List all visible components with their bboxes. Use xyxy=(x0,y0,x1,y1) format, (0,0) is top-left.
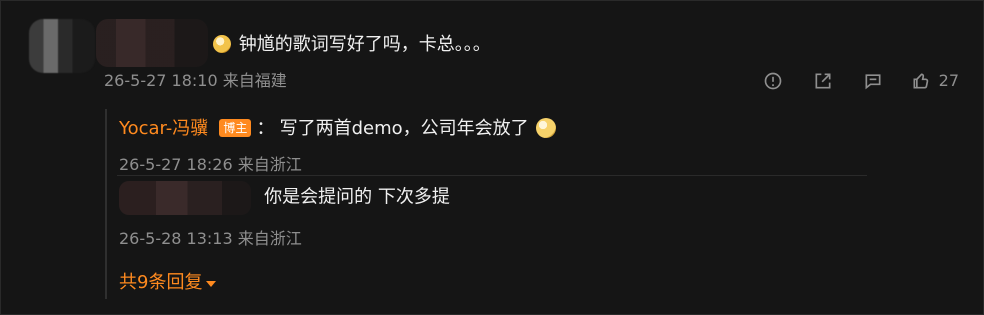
comment-actions: 27 xyxy=(761,69,959,93)
reply-1-text: 写了两首demo，公司年会放了 xyxy=(279,118,529,139)
replies-thread: Yocar-冯骥 博主 ： 写了两首demo，公司年会放了 26-5-27 18… xyxy=(105,109,867,299)
smile-emoji-icon xyxy=(535,118,556,138)
reply-divider xyxy=(117,175,867,176)
thumbs-up-icon xyxy=(911,71,931,91)
reply-2: 你是会提问的 下次多提 26-5-28 13:13 来自浙江 xyxy=(119,181,450,249)
share-button[interactable] xyxy=(811,69,835,93)
caret-down-icon xyxy=(206,281,217,287)
comment-text-line: 钟馗的歌词写好了吗，卡总。。。 xyxy=(213,33,491,57)
reply-1-line: Yocar-冯骥 博主 ： 写了两首demo，公司年会放了 xyxy=(119,117,556,141)
reply-2-text: 你是会提问的 下次多提 xyxy=(264,186,450,208)
reply-1: Yocar-冯骥 博主 ： 写了两首demo，公司年会放了 26-5-27 18… xyxy=(119,117,556,175)
reply-button[interactable] xyxy=(861,69,885,93)
blogger-badge: 博主 xyxy=(219,119,252,137)
comment-panel: 钟馗的歌词写好了吗，卡总。。。 26-5-27 18:10 来自福建 27 Yo… xyxy=(0,0,984,315)
comment-meta: 26-5-27 18:10 来自福建 xyxy=(104,71,287,90)
like-button[interactable]: 27 xyxy=(911,71,959,91)
reply-1-user[interactable]: Yocar-冯骥 xyxy=(119,118,208,139)
reply-2-meta: 26-5-28 13:13 来自浙江 xyxy=(119,229,302,248)
alert-circle-icon xyxy=(764,72,781,90)
reply-1-colon: ： xyxy=(256,118,275,139)
chat-bubble-icon xyxy=(865,74,881,90)
blurred-reply-user xyxy=(119,181,251,215)
more-replies-link[interactable]: 共9条回复 xyxy=(119,271,217,295)
share-arrow-box-icon xyxy=(815,73,831,89)
grinning-cat-emoji-icon xyxy=(213,35,231,53)
reply-1-meta: 26-5-27 18:26 来自浙江 xyxy=(119,155,302,174)
reply-2-line: 你是会提问的 下次多提 xyxy=(119,181,450,215)
report-button[interactable] xyxy=(761,69,785,93)
like-count: 27 xyxy=(938,71,959,90)
blurred-avatar xyxy=(29,19,95,73)
more-replies-label: 共9条回复 xyxy=(119,272,203,293)
blurred-username xyxy=(96,19,208,67)
comment-text: 钟馗的歌词写好了吗，卡总。。。 xyxy=(238,34,491,55)
